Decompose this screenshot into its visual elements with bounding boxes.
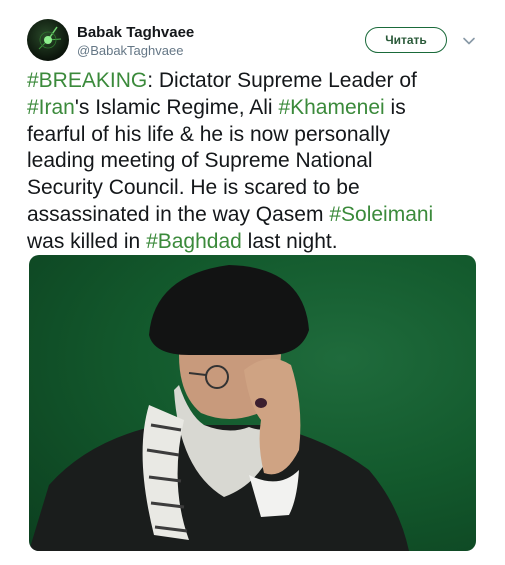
tweet-text-line: Security Council. He is scared to be	[27, 175, 487, 202]
tweet-text-segment: was killed in	[27, 229, 147, 253]
tweet-text-segment: : Dictator Supreme Leader of	[147, 69, 417, 92]
tweet-text-segment: last night.	[241, 229, 338, 253]
tweet-text-line: assassinated in the way Qasem #Soleimani	[27, 202, 487, 229]
user-handle[interactable]: @BabakTaghvaee	[77, 43, 183, 58]
tweet-text-segment: Security Council. He is scared to be	[27, 176, 360, 200]
tweet-photo[interactable]	[29, 255, 476, 551]
hashtag-link[interactable]: #Khamenei	[278, 96, 384, 119]
tweet-text-segment: 's Islamic Regime, Ali	[74, 95, 279, 119]
tweet-text-line: #Iran's Islamic Regime, Ali #Khamenei is	[27, 95, 487, 122]
tweet-text-line: was killed in #Baghdad last night.	[27, 229, 487, 256]
tweet-text: #BREAKING: Dictator Supreme Leader of #Ir…	[27, 68, 487, 256]
display-name[interactable]: Babak Taghvaee	[77, 24, 194, 41]
tweet-text-line: leading meeting of Supreme National	[27, 148, 487, 175]
follow-button[interactable]: Читать	[365, 27, 447, 53]
tweet-text-segment: leading meeting of Supreme National	[27, 149, 373, 173]
hashtag-link[interactable]: #Soleimani	[329, 203, 433, 226]
hashtag-link[interactable]: #Baghdad	[146, 230, 242, 253]
tweet-text-segment: assassinated in the way Qasem	[27, 202, 330, 226]
hashtag-link[interactable]: #BREAKING	[27, 69, 147, 92]
tweet-text-segment: is	[384, 95, 406, 119]
tweet-text-segment: fearful of his life & he is now personal…	[27, 122, 391, 146]
hashtag-link[interactable]: #Iran	[27, 96, 75, 119]
tweet-text-line: #BREAKING: Dictator Supreme Leader of	[27, 68, 487, 95]
tweet-text-line: fearful of his life & he is now personal…	[27, 122, 487, 149]
avatar-icon	[38, 26, 62, 50]
chevron-down-icon[interactable]	[462, 34, 476, 48]
avatar[interactable]	[27, 19, 69, 61]
